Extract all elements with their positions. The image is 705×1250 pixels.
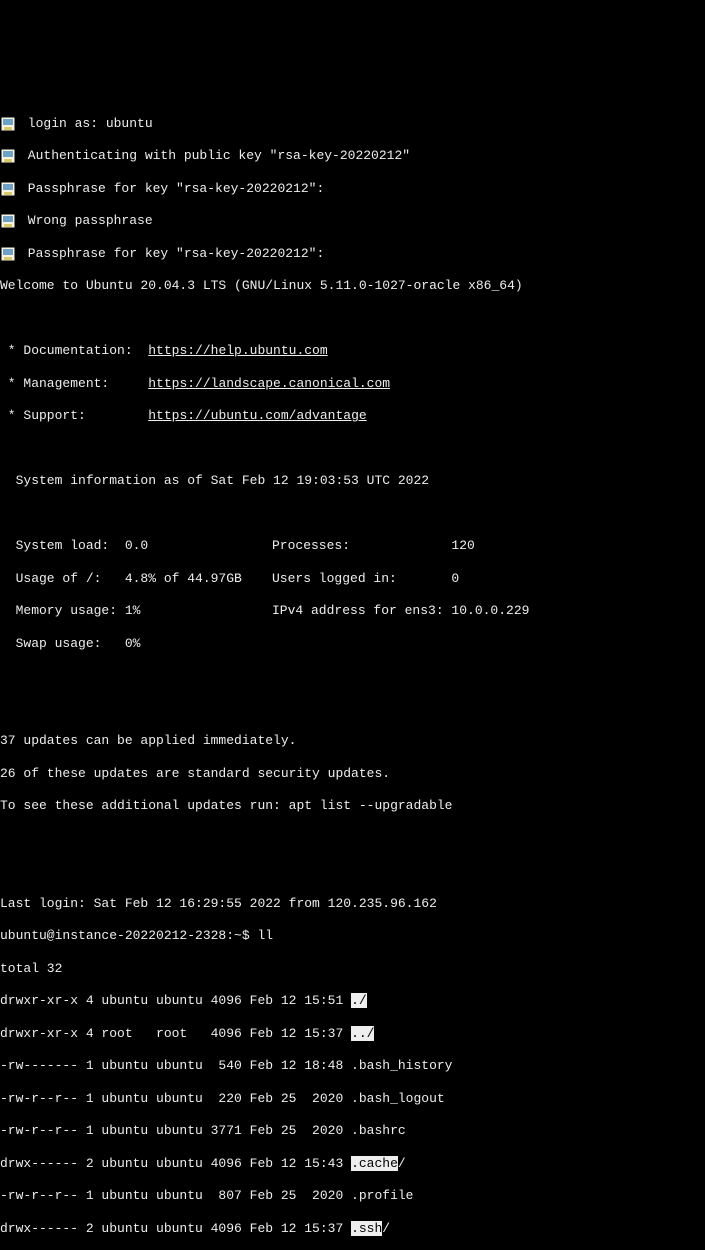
- last-login: Last login: Sat Feb 12 16:29:55 2022 fro…: [0, 896, 705, 912]
- security-alert-icon: [0, 246, 16, 262]
- support-link-line: * Support: https://ubuntu.com/advantage: [0, 408, 705, 424]
- blank: [0, 701, 705, 717]
- sysinfo-row: Usage of /: 4.8% of 44.97GBUsers logged …: [0, 571, 705, 587]
- updates-line: 26 of these updates are standard securit…: [0, 766, 705, 782]
- file-name-dir: .ssh: [351, 1221, 382, 1236]
- disk-usage: Usage of /: 4.8% of 44.97GB: [0, 571, 272, 587]
- ls-total: total 32: [0, 961, 705, 977]
- slash: /: [398, 1156, 406, 1171]
- slash: /: [382, 1221, 390, 1236]
- prompt-line[interactable]: ubuntu@instance-20220212-2328:~$ ll: [0, 928, 705, 944]
- passphrase-text: Passphrase for key "rsa-key-20220212":: [20, 246, 324, 262]
- prompt-user: ubuntu@instance-20220212-2328: [0, 928, 226, 943]
- auth-line: Authenticating with public key "rsa-key-…: [0, 148, 705, 164]
- file-name-dir: ./: [351, 993, 367, 1008]
- ipv4-address: IPv4 address for ens3: 10.0.0.229: [272, 603, 529, 618]
- users-logged-in: Users logged in: 0: [272, 571, 459, 586]
- auth-text: Authenticating with public key "rsa-key-…: [20, 148, 410, 164]
- file-perm: drwxr-xr-x 4 ubuntu ubuntu 4096 Feb 12 1…: [0, 993, 351, 1008]
- updates-line: To see these additional updates run: apt…: [0, 798, 705, 814]
- sysinfo-row: Swap usage: 0%: [0, 636, 705, 652]
- passphrase-line-1: Passphrase for key "rsa-key-20220212":: [0, 181, 705, 197]
- doc-link-line: * Documentation: https://help.ubuntu.com: [0, 343, 705, 359]
- list-item: -rw-r--r-- 1 ubuntu ubuntu 807 Feb 25 20…: [0, 1188, 705, 1204]
- blank: [0, 863, 705, 879]
- file-name-dir: ../: [351, 1026, 374, 1041]
- list-item: -rw-r--r-- 1 ubuntu ubuntu 220 Feb 25 20…: [0, 1091, 705, 1107]
- processes: Processes: 120: [272, 538, 475, 553]
- passphrase-line-2: Passphrase for key "rsa-key-20220212":: [0, 246, 705, 262]
- management-link[interactable]: https://landscape.canonical.com: [148, 376, 390, 391]
- login-prompt: login as:: [20, 116, 106, 132]
- list-item: drwx------ 2 ubuntu ubuntu 4096 Feb 12 1…: [0, 1156, 705, 1172]
- wrong-text: Wrong passphrase: [20, 213, 153, 229]
- documentation-link[interactable]: https://help.ubuntu.com: [148, 343, 327, 358]
- sup-label: * Support:: [0, 408, 148, 423]
- blank: [0, 506, 705, 522]
- security-alert-icon: [0, 213, 16, 229]
- command-input[interactable]: ll: [257, 928, 273, 943]
- sysinfo-header: System information as of Sat Feb 12 19:0…: [0, 473, 705, 489]
- blank: [0, 831, 705, 847]
- welcome-line: Welcome to Ubuntu 20.04.3 LTS (GNU/Linux…: [0, 278, 705, 294]
- doc-label: * Documentation:: [0, 343, 148, 358]
- wrong-passphrase-line: Wrong passphrase: [0, 213, 705, 229]
- security-alert-icon: [0, 148, 16, 164]
- list-item: drwx------ 2 ubuntu ubuntu 4096 Feb 12 1…: [0, 1221, 705, 1237]
- security-alert-icon: [0, 181, 16, 197]
- mgmt-label: * Management:: [0, 376, 148, 391]
- list-item: -rw------- 1 ubuntu ubuntu 540 Feb 12 18…: [0, 1058, 705, 1074]
- updates-line: 37 updates can be applied immediately.: [0, 733, 705, 749]
- list-item: drwxr-xr-x 4 root root 4096 Feb 12 15:37…: [0, 1026, 705, 1042]
- list-item: -rw-r--r-- 1 ubuntu ubuntu 3771 Feb 25 2…: [0, 1123, 705, 1139]
- swap-usage: Swap usage: 0%: [0, 636, 140, 651]
- system-load: System load: 0.0: [0, 538, 272, 554]
- sysinfo-row: Memory usage: 1%IPv4 address for ens3: 1…: [0, 603, 705, 619]
- login-as-line: login as: ubuntu: [0, 116, 705, 132]
- prompt-path: :~$: [226, 928, 257, 943]
- passphrase-text: Passphrase for key "rsa-key-20220212":: [20, 181, 324, 197]
- mgmt-link-line: * Management: https://landscape.canonica…: [0, 376, 705, 392]
- file-name-dir: .cache: [351, 1156, 398, 1171]
- file-perm: drwx------ 2 ubuntu ubuntu 4096 Feb 12 1…: [0, 1221, 351, 1236]
- support-link[interactable]: https://ubuntu.com/advantage: [148, 408, 366, 423]
- blank: [0, 441, 705, 457]
- sysinfo-row: System load: 0.0Processes: 120: [0, 538, 705, 554]
- file-perm: drwx------ 2 ubuntu ubuntu 4096 Feb 12 1…: [0, 1156, 351, 1171]
- memory-usage: Memory usage: 1%: [0, 603, 272, 619]
- security-alert-icon: [0, 116, 16, 132]
- blank: [0, 668, 705, 684]
- file-perm: drwxr-xr-x 4 root root 4096 Feb 12 15:37: [0, 1026, 351, 1041]
- login-user: ubuntu: [106, 116, 153, 132]
- list-item: drwxr-xr-x 4 ubuntu ubuntu 4096 Feb 12 1…: [0, 993, 705, 1009]
- blank: [0, 311, 705, 327]
